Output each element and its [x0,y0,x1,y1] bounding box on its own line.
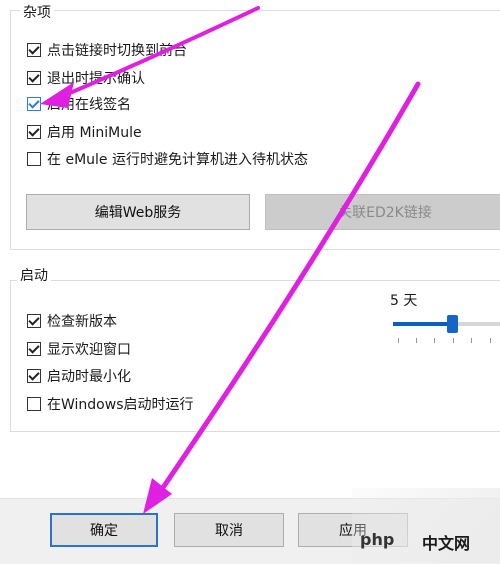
slider-fill [393,322,452,326]
slider-tick [471,338,472,343]
option-label: 检查新版本 [47,314,117,330]
option-online-signature[interactable]: 启用在线签名 [27,94,131,114]
option-label: 启动时最小化 [47,369,131,385]
checkbox-icon[interactable] [27,397,41,411]
checkbox-icon[interactable] [27,152,41,166]
option-show-welcome[interactable]: 显示欢迎窗口 [27,339,131,359]
option-label: 显示欢迎窗口 [47,342,131,358]
edit-web-services-button[interactable]: 编辑Web服务 [26,194,250,230]
checkbox-icon[interactable] [27,342,41,356]
slider-tick [434,338,435,343]
startup-group-title: 启动 [17,265,51,285]
cancel-button[interactable]: 取消 [174,513,284,547]
option-run-on-windows-start[interactable]: 在Windows启动时运行 [27,394,194,414]
slider-tick [398,338,399,343]
option-label: 启用在线签名 [47,97,131,113]
ok-button[interactable]: 确定 [50,513,158,547]
option-switch-foreground[interactable]: 点击链接时切换到前台 [27,40,187,60]
slider-tick [490,338,491,343]
slider-tick [453,338,454,343]
option-check-updates[interactable]: 检查新版本 [27,311,117,331]
option-label: 在Windows启动时运行 [47,397,194,413]
checkbox-icon[interactable] [27,43,41,57]
slider-thumb[interactable] [446,315,458,333]
option-prevent-standby[interactable]: 在 eMule 运行时避免计算机进入待机状态 [27,149,308,169]
update-interval-label: 5 天 [390,293,418,309]
checkbox-icon[interactable] [27,125,41,139]
associate-ed2k-button[interactable]: 关联ED2K链接 [265,194,500,230]
option-start-minimized[interactable]: 启动时最小化 [27,366,131,386]
option-label: 退出时提示确认 [47,71,145,87]
watermark-php-logo: php [360,530,395,549]
watermark-site-name: 中文网 [422,534,471,553]
checkbox-icon[interactable] [27,71,41,85]
checkbox-icon[interactable] [27,97,41,111]
misc-group-title: 杂项 [20,2,54,22]
checkbox-icon[interactable] [27,369,41,383]
option-label: 点击链接时切换到前台 [47,43,187,59]
option-label: 在 eMule 运行时避免计算机进入待机状态 [47,152,308,168]
checkbox-icon[interactable] [27,314,41,328]
slider-tick [416,338,417,343]
option-label: 启用 MiniMule [47,125,142,141]
option-confirm-exit[interactable]: 退出时提示确认 [27,68,145,88]
option-minimule[interactable]: 启用 MiniMule [27,122,142,142]
